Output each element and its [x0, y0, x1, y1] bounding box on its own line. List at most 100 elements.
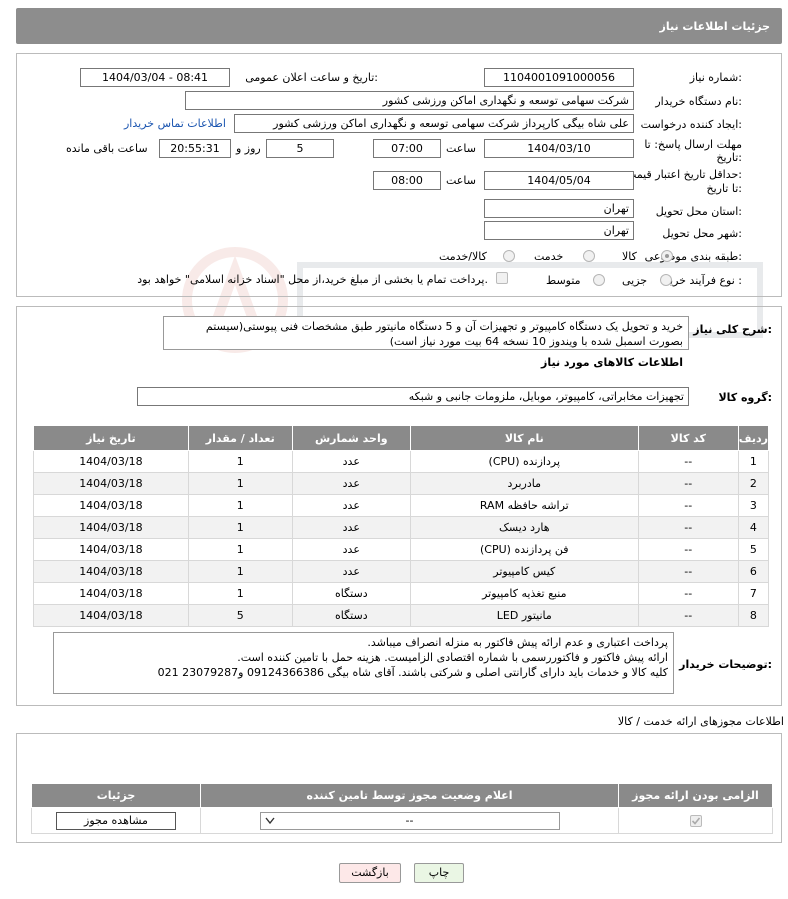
buyer-notes-textarea[interactable]: پرداخت اعتباری و عدم ارائه پیش فاکتور به… — [53, 632, 674, 694]
licenses-table: الزامی بودن ارائه مجوز اعلام وضعیت مجوز … — [31, 783, 773, 834]
buyer-notes-label: توضیحات خریدار: — [679, 658, 772, 671]
row-unit: دستگاه — [291, 582, 411, 605]
category-radio-goods[interactable] — [661, 250, 673, 262]
license-status-value: -- — [405, 813, 414, 827]
announce-datetime-label: تاریخ و ساعت اعلان عمومی: — [245, 71, 378, 84]
license-details-cell: مشاهده مجوز — [31, 807, 201, 834]
license-required-checkbox[interactable] — [689, 815, 702, 827]
purchase-type-label: نوع فرآیند خرید : — [664, 274, 742, 287]
goods-table: ردیف کد کالا نام کالا واحد شمارش تعداد /… — [33, 425, 770, 627]
row-index: 7 — [737, 582, 770, 605]
reply-deadline-label: مهلت ارسال پاسخ: تا — [644, 138, 742, 151]
row-qty: 1 — [187, 538, 293, 561]
license-required-cell — [618, 807, 773, 834]
category-radio-service[interactable] — [583, 250, 595, 262]
row-unit: عدد — [291, 516, 411, 539]
row-code: -- — [637, 494, 739, 517]
row-qty: 1 — [187, 582, 293, 605]
reply-deadline-time-label: ساعت — [446, 142, 476, 155]
category-option-goods: کالا — [622, 250, 637, 263]
row-date: 1404/03/18 — [33, 560, 189, 583]
row-name: منبع تغذیه کامپیوتر — [409, 582, 639, 605]
row-date: 1404/03/18 — [33, 494, 189, 517]
row-date: 1404/03/18 — [33, 538, 189, 561]
purchase-type-option-minor: جزیی — [622, 274, 648, 287]
row-code: -- — [637, 472, 739, 495]
row-code: -- — [637, 582, 739, 605]
buyer-org-label: نام دستگاه خریدار: — [655, 95, 742, 108]
print-button[interactable]: چاپ — [414, 863, 464, 883]
row-date: 1404/03/18 — [33, 604, 189, 627]
col-name: نام کالا — [409, 425, 639, 451]
panel-title: جزئیات اطلاعات نیاز — [659, 20, 771, 33]
row-index: 8 — [737, 604, 770, 627]
buyer-contact-link[interactable]: اطلاعات تماس خریدار — [124, 117, 226, 130]
table-row: 2 -- مادربرد عدد 1 1404/03/18 — [33, 472, 770, 495]
buyer-note-line: پرداخت اعتباری و عدم ارائه پیش فاکتور به… — [367, 636, 668, 649]
buyer-note-line: ارائه پیش فاکتور و فاکتوررسمی با شماره ا… — [237, 651, 668, 664]
row-name: هارد دیسک — [409, 516, 639, 539]
reply-deadline-time-field[interactable]: 07:00 — [373, 139, 441, 158]
table-row: 3 -- تراشه حافظه RAM عدد 1 1404/03/18 — [33, 494, 770, 517]
row-index: 4 — [737, 516, 770, 539]
row-qty: 1 — [187, 516, 293, 539]
row-name: کیس کامپیوتر — [409, 560, 639, 583]
row-name: تراشه حافظه RAM — [409, 494, 639, 517]
reply-deadline-date-field[interactable]: 1404/03/10 — [484, 139, 634, 158]
delivery-city-label: شهر محل تحویل: — [662, 227, 742, 240]
col-unit: واحد شمارش — [291, 425, 411, 451]
description-textarea[interactable]: خرید و تحویل یک دستگاه کامپیوتر و تجهیزا… — [163, 316, 689, 350]
table-row: 1 -- پردازنده (CPU) عدد 1 1404/03/18 — [33, 450, 770, 473]
days-label: روز و — [236, 142, 261, 155]
row-qty: 5 — [187, 604, 293, 627]
price-validity-time-field[interactable]: 08:00 — [373, 171, 441, 190]
remaining-days-field[interactable]: 5 — [266, 139, 334, 158]
col-qty: تعداد / مقدار — [187, 425, 293, 451]
buyer-org-field[interactable]: شرکت سهامی توسعه و نگهداری اماکن ورزشی ک… — [185, 91, 634, 110]
col-license-status: اعلام وضعیت مجوز توسط تامین کننده — [200, 783, 619, 808]
row-index: 1 — [737, 450, 770, 473]
treasury-bonds-note: پرداخت تمام یا بخشی از مبلغ خرید،از محل … — [137, 273, 488, 286]
delivery-city-field[interactable]: تهران — [484, 221, 634, 240]
row-code: -- — [637, 538, 739, 561]
goods-group-label: گروه کالا: — [718, 391, 772, 404]
license-status-select[interactable]: -- — [259, 811, 560, 830]
goods-section-title: اطلاعات کالاهای مورد نیاز — [541, 356, 683, 369]
row-code: -- — [637, 516, 739, 539]
row-name: مانیتور LED — [409, 604, 639, 627]
remaining-time-field[interactable]: 20:55:31 — [159, 139, 231, 158]
treasury-bonds-checkbox[interactable] — [496, 272, 508, 284]
row-name: مادربرد — [409, 472, 639, 495]
need-number-field[interactable]: 1104001091000056 — [484, 68, 634, 87]
view-license-button[interactable]: مشاهده مجوز — [56, 811, 176, 830]
back-button[interactable]: بازگشت — [339, 863, 401, 883]
requester-label: ایجاد کننده درخواست: — [640, 118, 742, 131]
table-row: 5 -- فن پردازنده (CPU) عدد 1 1404/03/18 — [33, 538, 770, 561]
row-date: 1404/03/18 — [33, 450, 189, 473]
row-qty: 1 — [187, 472, 293, 495]
row-unit: دستگاه — [291, 604, 411, 627]
delivery-province-field[interactable]: تهران — [484, 199, 634, 218]
purchase-type-radio-medium[interactable] — [593, 274, 605, 286]
price-validity-label: حداقل تاریخ اعتبار قیمت: — [626, 168, 742, 181]
buyer-note-line: کلیه کالا و خدمات باید دارای گارانتی اصل… — [157, 666, 668, 679]
purchase-type-radio-minor[interactable] — [660, 274, 672, 286]
category-radio-goods-service[interactable] — [503, 250, 515, 262]
row-index: 2 — [737, 472, 770, 495]
col-date: تاریخ نیاز — [33, 425, 189, 451]
price-validity-date-field[interactable]: 1404/05/04 — [484, 171, 634, 190]
row-unit: عدد — [291, 472, 411, 495]
row-name: پردازنده (CPU) — [409, 450, 639, 473]
row-date: 1404/03/18 — [33, 472, 189, 495]
table-row: 4 -- هارد دیسک عدد 1 1404/03/18 — [33, 516, 770, 539]
requester-field[interactable]: علی شاه بیگی کارپرداز شرکت سهامی توسعه و… — [234, 114, 634, 133]
row-index: 3 — [737, 494, 770, 517]
row-unit: عدد — [291, 494, 411, 517]
delivery-province-label: استان محل تحویل: — [655, 205, 742, 218]
col-license-required: الزامی بودن ارائه مجوز — [618, 783, 773, 808]
table-row: -- مشاهده مجوز — [31, 807, 773, 834]
announce-datetime-field[interactable]: 1404/03/04 - 08:41 — [80, 68, 230, 87]
panel-header: جزئیات اطلاعات نیاز — [16, 8, 782, 44]
row-date: 1404/03/18 — [33, 516, 189, 539]
goods-group-field[interactable]: تجهیزات مخابراتی، کامپیوتر، موبایل، ملزو… — [137, 387, 689, 406]
